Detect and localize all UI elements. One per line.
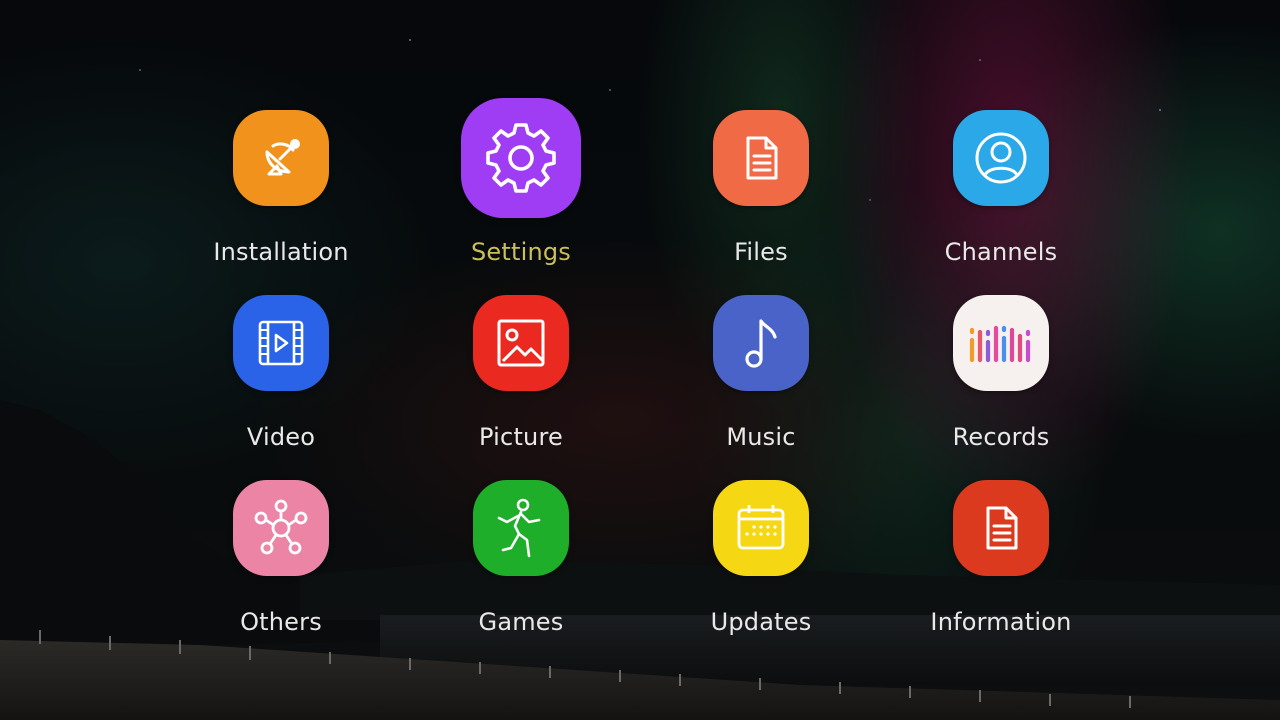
app-label: Channels	[944, 238, 1058, 266]
runner-icon	[473, 480, 569, 576]
app-information[interactable]: Information	[901, 480, 1101, 660]
app-label: Music	[726, 423, 796, 451]
app-settings[interactable]: Settings	[421, 98, 621, 290]
app-others[interactable]: Others	[181, 480, 381, 660]
app-records[interactable]: Records	[901, 295, 1101, 475]
document-icon	[953, 480, 1049, 576]
calendar-icon	[713, 480, 809, 576]
app-picture[interactable]: Picture	[421, 295, 621, 475]
app-label: Information	[930, 608, 1072, 636]
app-label: Installation	[213, 238, 349, 266]
video-play-icon	[233, 295, 329, 391]
satellite-dish-icon	[233, 110, 329, 206]
app-grid: Installation Settings Files Channels Video Pi…	[0, 0, 1280, 720]
app-label: Updates	[710, 608, 812, 636]
app-label: Picture	[479, 423, 563, 451]
equalizer-bars-icon	[953, 295, 1049, 391]
user-circle-icon	[953, 110, 1049, 206]
app-video[interactable]: Video	[181, 295, 381, 475]
app-label: Video	[246, 423, 316, 451]
app-games[interactable]: Games	[421, 480, 621, 660]
app-label: Others	[240, 608, 322, 636]
gear-icon	[461, 98, 581, 218]
app-label: Settings	[470, 238, 572, 266]
app-files[interactable]: Files	[661, 110, 861, 290]
app-label: Files	[734, 238, 788, 266]
app-label: Records	[952, 423, 1050, 451]
app-music[interactable]: Music	[661, 295, 861, 475]
app-label: Games	[478, 608, 564, 636]
home-menu-screen: Installation Settings Files Channels Video Pi…	[0, 0, 1280, 720]
app-channels[interactable]: Channels	[901, 110, 1101, 290]
document-icon	[713, 110, 809, 206]
network-nodes-icon	[233, 480, 329, 576]
music-note-icon	[713, 295, 809, 391]
picture-icon	[473, 295, 569, 391]
app-updates[interactable]: Updates	[661, 480, 861, 660]
app-installation[interactable]: Installation	[181, 110, 381, 290]
